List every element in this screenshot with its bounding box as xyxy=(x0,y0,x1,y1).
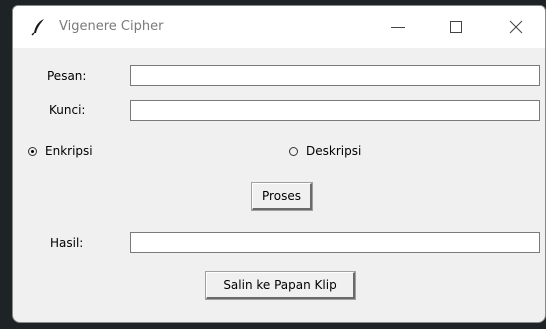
window-title: Vigenere Cipher xyxy=(59,19,164,34)
maximize-icon xyxy=(450,21,462,33)
hasil-label: Hasil: xyxy=(50,236,84,250)
radio-enkripsi-label: Enkripsi xyxy=(45,144,93,158)
radio-deskripsi-label: Deskripsi xyxy=(306,144,362,158)
radio-deskripsi[interactable]: Deskripsi xyxy=(289,144,361,158)
pesan-label: Pesan: xyxy=(47,69,87,83)
kunci-input[interactable] xyxy=(130,100,540,121)
hasil-output[interactable] xyxy=(130,232,540,253)
minimize-icon xyxy=(391,27,405,28)
radio-enkripsi[interactable]: Enkripsi xyxy=(28,144,93,158)
process-button[interactable]: Proses xyxy=(251,182,313,211)
copy-to-clipboard-button[interactable]: Salin ke Papan Klip xyxy=(205,271,356,300)
radio-checked-icon xyxy=(28,146,37,156)
kunci-label: Kunci: xyxy=(49,103,86,117)
maximize-button[interactable] xyxy=(433,6,479,48)
app-window: Vigenere Cipher Pesan: Kunci: Enkripsi D… xyxy=(12,5,546,323)
close-button[interactable] xyxy=(493,6,539,48)
radio-unchecked-icon xyxy=(289,146,298,156)
feather-icon xyxy=(31,18,47,36)
close-icon xyxy=(509,20,523,34)
title-bar[interactable]: Vigenere Cipher xyxy=(13,6,545,48)
minimize-button[interactable] xyxy=(375,6,421,48)
pesan-input[interactable] xyxy=(130,65,540,86)
